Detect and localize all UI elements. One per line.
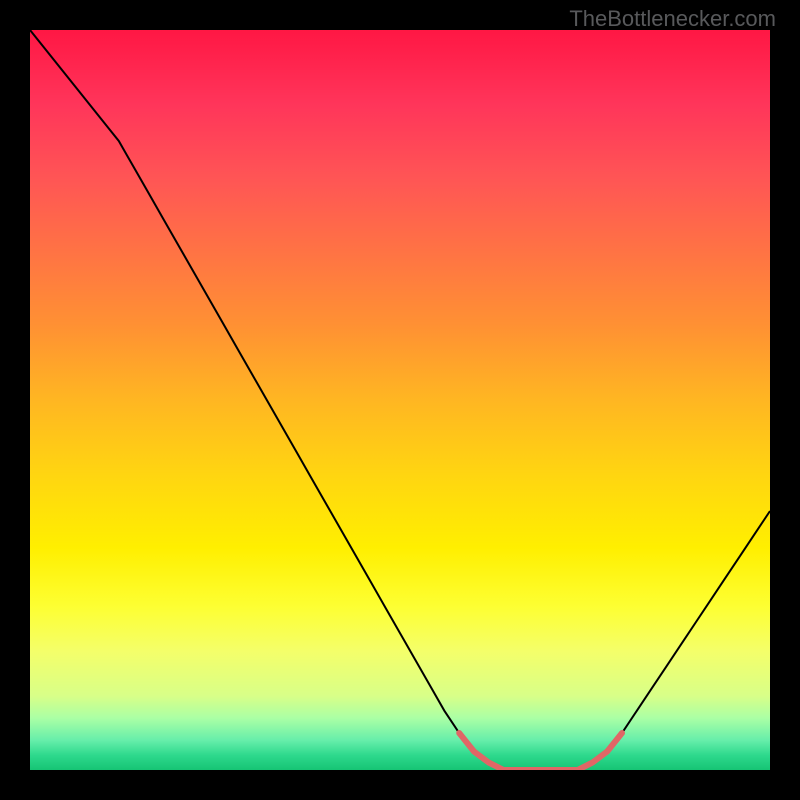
chart-curve	[30, 30, 770, 770]
watermark-text: TheBottlenecker.com	[569, 6, 776, 32]
chart-container: TheBottlenecker.com	[0, 0, 800, 800]
